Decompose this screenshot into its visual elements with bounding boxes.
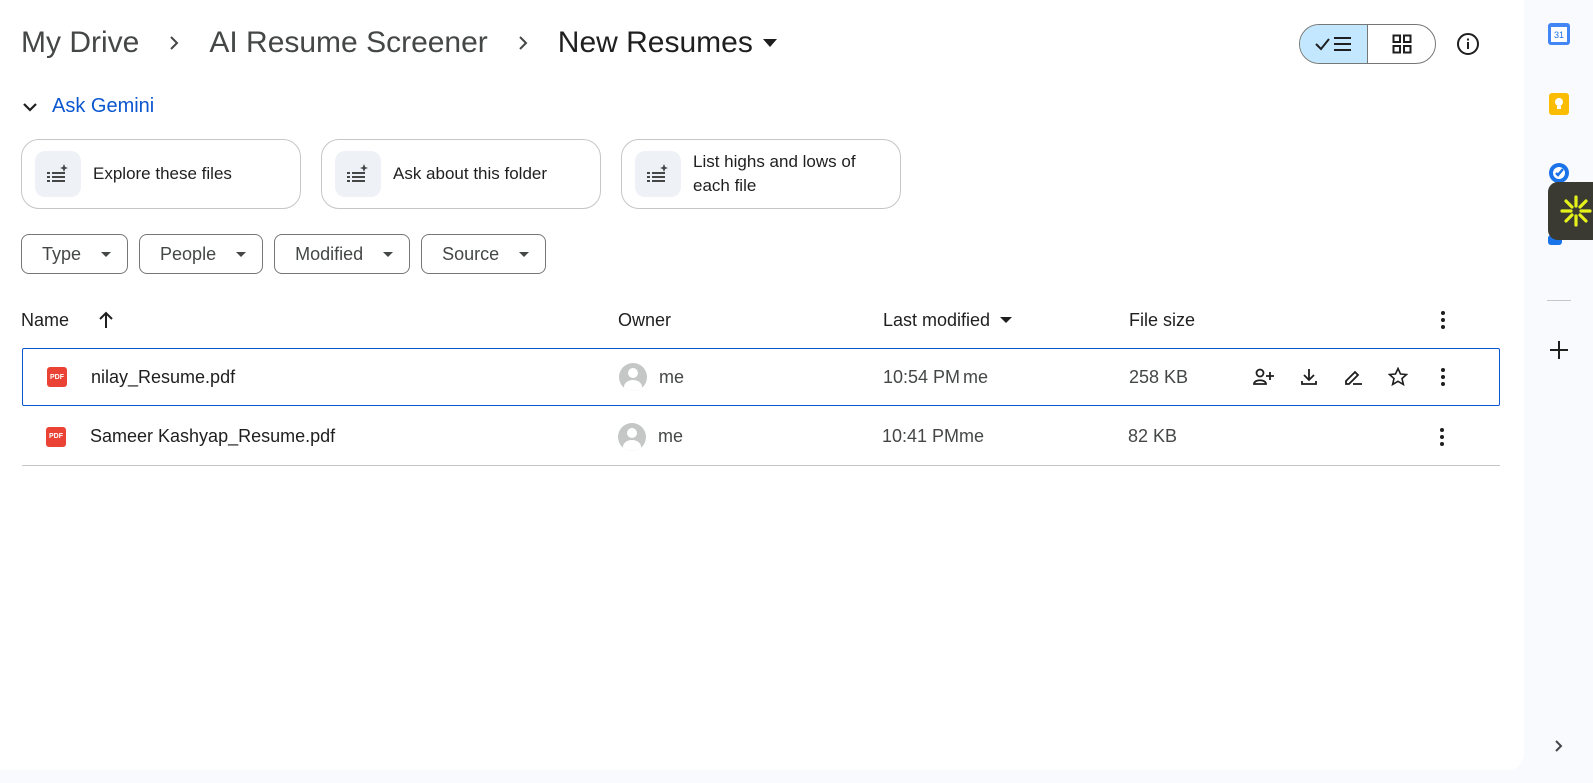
- chip-label-line1: List highs and lows of: [693, 152, 856, 171]
- calendar-day: 31: [1554, 30, 1564, 40]
- sparkle-icon: [1560, 195, 1592, 227]
- filter-modified[interactable]: Modified: [274, 234, 411, 274]
- owner-avatar: [619, 349, 647, 405]
- gemini-suggestion-chips: Explore these files Ask about this folde…: [21, 139, 901, 209]
- more-options-icon: [1425, 359, 1461, 395]
- chip-explore-files[interactable]: Explore these files: [21, 139, 301, 209]
- more-options-icon: [1424, 419, 1460, 455]
- column-header-name[interactable]: Name: [21, 300, 114, 340]
- header-label: Name: [21, 309, 70, 330]
- download-icon: [1291, 359, 1327, 395]
- expand-panel-icon[interactable]: [1547, 734, 1571, 758]
- owner-avatar: [618, 408, 646, 465]
- filter-source[interactable]: Source: [421, 234, 547, 274]
- owner-name: me: [659, 366, 685, 387]
- header-label: Last modified: [883, 309, 991, 330]
- avatar: [618, 422, 646, 451]
- add-person-icon: [1246, 359, 1282, 395]
- column-header-owner: Owner: [618, 300, 671, 340]
- caret-down-icon: [101, 251, 112, 257]
- side-divider: [1547, 300, 1571, 301]
- ask-gemini-label: Ask Gemini: [52, 95, 155, 117]
- tasks-icon[interactable]: [1547, 160, 1571, 184]
- grid-view-button[interactable]: [1368, 25, 1435, 63]
- modified-by: me: [963, 366, 989, 387]
- breadcrumb-my-drive[interactable]: My Drive: [21, 26, 139, 60]
- chevron-down-icon: [23, 102, 37, 112]
- grid-icon: [1392, 34, 1411, 54]
- row-more-button[interactable]: [1424, 408, 1460, 465]
- chevron-right-icon: [139, 34, 209, 52]
- edit-pencil-icon: [1335, 359, 1371, 395]
- filter-label: People: [160, 243, 217, 264]
- sparkle-list-icon: [635, 151, 681, 197]
- side-panel: 31: [1524, 0, 1593, 783]
- sparkle-list-icon: [335, 151, 381, 197]
- pdf-badge: PDF: [46, 426, 66, 447]
- sparkle-addon-button[interactable]: [1548, 182, 1593, 240]
- filter-label: Source: [442, 243, 500, 264]
- keep-icon[interactable]: [1547, 92, 1571, 116]
- table-row[interactable]: PDF nilay_Resume.pdf me 10:54 PM me 258 …: [22, 348, 1500, 406]
- caret-down-icon: [1000, 317, 1013, 323]
- calendar-icon[interactable]: 31: [1547, 22, 1571, 46]
- caret-down-icon: [236, 251, 247, 257]
- chip-label-line2: each file: [693, 176, 757, 195]
- info-button[interactable]: [1450, 26, 1486, 62]
- chip-highs-lows[interactable]: List highs and lows of each file: [621, 139, 901, 209]
- column-header-file-size: File size: [1129, 300, 1195, 340]
- header-label: Owner: [618, 309, 672, 330]
- filter-people[interactable]: People: [139, 234, 264, 274]
- row-more-button[interactable]: [1425, 349, 1461, 405]
- list-view-button[interactable]: [1300, 25, 1368, 63]
- chip-label: List highs and lows of each file: [693, 150, 856, 198]
- share-button[interactable]: [1246, 349, 1282, 405]
- table-row[interactable]: PDF Sameer Kashyap_Resume.pdf me 10:41 P…: [22, 408, 1500, 466]
- breadcrumb-ai-resume-screener[interactable]: AI Resume Screener: [209, 26, 487, 60]
- owner-name: me: [658, 426, 684, 446]
- file-size: 82 KB: [1128, 426, 1178, 446]
- star-button[interactable]: [1380, 349, 1416, 405]
- pdf-file-icon: PDF: [47, 349, 67, 405]
- info-icon: [1457, 33, 1479, 55]
- file-table-header: Name Owner Last modified File size: [21, 300, 1501, 340]
- modified-time: 10:54 PM: [883, 366, 961, 387]
- filter-type[interactable]: Type: [21, 234, 129, 274]
- caret-down-icon: [383, 251, 394, 257]
- more-options-icon[interactable]: [1425, 300, 1461, 340]
- star-icon: [1380, 359, 1416, 395]
- rename-button[interactable]: [1335, 349, 1371, 405]
- file-name[interactable]: nilay_Resume.pdf: [91, 349, 235, 405]
- avatar: [619, 363, 647, 391]
- pdf-file-icon: PDF: [46, 408, 66, 465]
- caret-down-icon[interactable]: [762, 39, 777, 47]
- pdf-badge: PDF: [47, 367, 67, 387]
- header-label: File size: [1129, 309, 1196, 330]
- breadcrumb-current-folder[interactable]: New Resumes: [558, 26, 753, 60]
- file-size: 258 KB: [1129, 366, 1189, 387]
- check-list-icon: [1314, 37, 1351, 51]
- chip-label: Explore these files: [93, 164, 232, 183]
- chip-ask-folder[interactable]: Ask about this folder: [321, 139, 601, 209]
- modified-time: 10:41 PM: [882, 426, 960, 446]
- file-name[interactable]: Sameer Kashyap_Resume.pdf: [90, 408, 335, 465]
- ask-gemini-toggle[interactable]: Ask Gemini: [22, 95, 154, 118]
- breadcrumb: My Drive AI Resume Screener New Resumes: [21, 22, 777, 64]
- sort-arrow-up-icon[interactable]: [98, 311, 114, 329]
- filter-bar: Type People Modified Source: [21, 234, 547, 274]
- download-button[interactable]: [1291, 349, 1327, 405]
- column-header-last-modified[interactable]: Last modified: [883, 300, 1013, 340]
- sparkle-list-icon: [35, 151, 81, 197]
- modified-by: me: [959, 426, 985, 446]
- filter-label: Modified: [295, 243, 364, 264]
- add-addon-icon[interactable]: [1547, 338, 1571, 362]
- chip-label: Ask about this folder: [393, 164, 548, 183]
- chevron-right-icon: [488, 34, 558, 52]
- drive-main-panel: My Drive AI Resume Screener New Resumes: [0, 0, 1524, 770]
- view-toggle: [1299, 24, 1436, 64]
- filter-label: Type: [42, 243, 82, 264]
- caret-down-icon: [519, 251, 530, 257]
